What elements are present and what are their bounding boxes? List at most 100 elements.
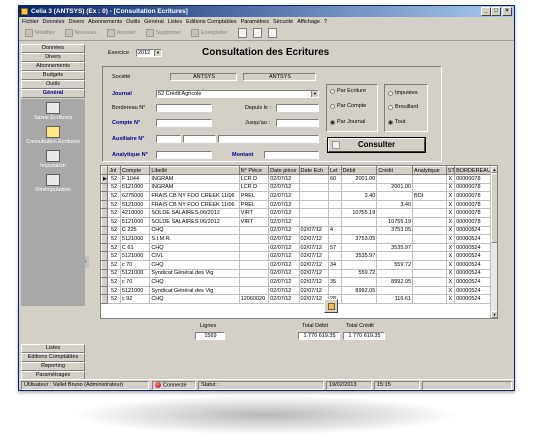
table-cell[interactable]: 3.40 (376, 200, 414, 210)
table-cell[interactable] (412, 183, 447, 193)
radio-tout[interactable]: Tout (388, 119, 405, 125)
table-cell[interactable]: 02/07/12 (299, 234, 329, 244)
table-cell[interactable]: 5121000 (120, 251, 151, 261)
auxiliaire-input[interactable] (156, 135, 181, 143)
table-cell[interactable]: 2001.00 (376, 183, 414, 193)
table-cell[interactable]: 02/07/12 (268, 226, 300, 236)
table-cell[interactable] (376, 269, 414, 279)
table-cell[interactable]: X (446, 183, 456, 193)
bordereau-input[interactable] (156, 104, 212, 112)
table-cell[interactable]: 559.72 (341, 269, 378, 279)
table-cell[interactable]: 10755.19 (341, 208, 378, 218)
radio-par-compte[interactable]: Par Compte (330, 103, 366, 109)
table-cell[interactable]: 00000524 (454, 243, 493, 253)
table-cell[interactable] (341, 260, 378, 270)
table-cell[interactable]: PREL (239, 191, 270, 201)
collapse-arrow-icon[interactable]: ‹ (85, 256, 89, 268)
table-cell[interactable] (239, 260, 270, 270)
nav-item-imputation[interactable]: Imputation (21, 150, 85, 169)
table-cell[interactable]: 02/07/12 (299, 269, 329, 279)
document-print-icon[interactable] (267, 28, 277, 38)
table-cell[interactable]: VIRT (239, 217, 270, 227)
column-header[interactable]: Analytique (412, 166, 447, 175)
nav-listes[interactable]: Listes (21, 344, 85, 353)
table-cell[interactable] (412, 243, 447, 253)
nav-divers[interactable]: Divers (21, 53, 85, 62)
table-cell[interactable]: 4210000 (120, 208, 151, 218)
table-cell[interactable]: 60 (328, 174, 342, 184)
table-cell[interactable]: 5121000 (120, 286, 151, 296)
menu-help[interactable]: ? (324, 19, 327, 25)
table-row[interactable]: 52 5121000 CIVL 02/07/12 02/07/12 3535.97 X 000… (101, 251, 493, 261)
table-cell[interactable]: X (446, 294, 456, 304)
vertical-scrollbar[interactable]: ▲ ▼ (490, 166, 497, 318)
table-cell[interactable]: 52 (107, 183, 121, 193)
table-cell[interactable] (299, 200, 329, 210)
scroll-thumb[interactable] (491, 173, 497, 243)
table-cell[interactable]: X (446, 269, 456, 279)
table-cell[interactable]: 52 (107, 243, 121, 253)
table-row[interactable]: 52 6275000 FRAIS CB NY FOO CREEK 11/06 PREL… (101, 191, 493, 201)
table-cell[interactable]: 02/07/12 (268, 260, 300, 270)
minimize-button[interactable]: _ (481, 7, 491, 16)
nav-editions-comptables[interactable]: Editions Comptables (21, 353, 85, 362)
table-cell[interactable]: 00000524 (454, 251, 493, 261)
menu-securite[interactable]: Sécurité (273, 19, 293, 25)
table-cell[interactable] (299, 191, 329, 201)
table-cell[interactable]: 35 (328, 277, 342, 287)
table-cell[interactable] (376, 174, 414, 184)
table-row[interactable]: 52 5121000 FRAIS CB NY FOO CREEK 11/06 PREL… (101, 199, 493, 210)
table-cell[interactable]: 3535.97 (376, 243, 414, 253)
table-cell[interactable]: X (446, 286, 456, 296)
table-cell[interactable]: 52 (107, 260, 121, 270)
radio-imputees[interactable]: Imputées (388, 90, 418, 96)
column-header[interactable]: Débit (340, 166, 378, 175)
auxiliaire-name-field[interactable] (218, 135, 319, 143)
table-cell[interactable]: 00000524 (454, 234, 493, 244)
table-cell[interactable]: c 70 (120, 277, 151, 287)
table-cell[interactable] (412, 260, 447, 270)
table-cell[interactable]: 02/07/12 (268, 234, 300, 244)
column-header[interactable]: ST (445, 166, 456, 175)
table-cell[interactable]: 5121000 (120, 217, 151, 227)
table-cell[interactable] (328, 234, 342, 244)
table-cell[interactable]: X (446, 234, 456, 244)
table-cell[interactable] (412, 251, 447, 261)
table-cell[interactable] (412, 208, 447, 218)
column-header[interactable]: Date Ech (298, 166, 329, 175)
table-cell[interactable] (239, 251, 270, 261)
table-cell[interactable] (239, 277, 270, 287)
table-cell[interactable] (239, 286, 270, 296)
table-cell[interactable]: 00000524 (454, 277, 493, 287)
table-cell[interactable] (239, 269, 270, 279)
table-row[interactable]: ▶ 52 F 1044 INGRAM LCR D 02/07/12 60 2001.00 X 00… (101, 174, 493, 184)
table-cell[interactable] (376, 191, 414, 201)
table-cell[interactable]: 02/07/12 (299, 226, 329, 236)
table-cell[interactable]: 02/07/12 (268, 183, 300, 193)
table-cell[interactable]: X (446, 217, 456, 227)
table-cell[interactable]: 52 (107, 269, 121, 279)
document-icon[interactable] (237, 28, 247, 38)
menu-abonnements[interactable]: Abonnements (88, 19, 122, 25)
table-row[interactable]: 52 5121000 S.I.M.R. 02/07/12 02/07/12 3753.05… (101, 234, 493, 244)
consulter-button[interactable]: Consulter (327, 137, 426, 153)
table-cell[interactable]: 8992.05 (341, 286, 378, 296)
table-cell[interactable] (412, 226, 447, 236)
table-cell[interactable]: 00000078 (454, 200, 493, 210)
table-cell[interactable] (299, 174, 329, 184)
table-cell[interactable]: 4 (328, 226, 342, 236)
document-copy-icon[interactable] (252, 28, 262, 38)
nav-abonnements[interactable]: Abonnements (21, 62, 85, 71)
table-cell[interactable] (299, 217, 329, 227)
compte-input[interactable] (156, 119, 212, 127)
table-cell[interactable]: 3753.05 (376, 226, 414, 236)
table-cell[interactable]: 02/07/12 (268, 243, 300, 253)
table-cell[interactable] (239, 243, 270, 253)
table-cell[interactable]: 52 (107, 191, 121, 201)
table-cell[interactable]: 5121000 (120, 269, 151, 279)
table-cell[interactable]: 52 (107, 226, 121, 236)
table-cell[interactable]: 00000524 (454, 226, 493, 236)
montant-input[interactable] (264, 151, 319, 159)
column-header[interactable]: Jnl (107, 166, 121, 175)
table-cell[interactable]: 00000078 (454, 183, 493, 193)
